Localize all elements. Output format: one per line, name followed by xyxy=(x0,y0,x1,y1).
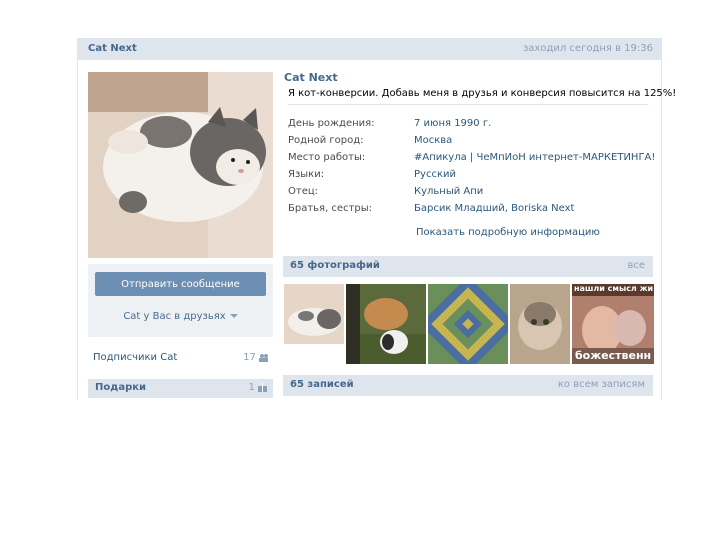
header-name[interactable]: Cat Next xyxy=(88,43,137,54)
info-row-languages: Языки: Русский xyxy=(288,169,456,180)
photos-header: 65 фотографий все xyxy=(283,256,653,277)
info-row-birthday: День рождения: 7 июня 1990 г. xyxy=(288,118,492,129)
profile-avatar[interactable] xyxy=(88,72,273,258)
friends-status-label: Cat у Вас в друзьях xyxy=(123,311,226,322)
profile-status: Я кот-конверсии. Добавь меня в друзья и … xyxy=(288,88,677,99)
cat-lying-photo xyxy=(284,284,344,344)
posts-label[interactable]: 65 записей xyxy=(290,379,354,390)
info-row-hometown: Родной город: Москва xyxy=(288,135,453,146)
cat-photo xyxy=(88,72,273,258)
last-seen: заходил сегодня в 19:36 xyxy=(522,43,653,54)
gifts-header[interactable]: Подарки 1 xyxy=(88,379,273,398)
grumpy-cat-photo xyxy=(510,284,570,364)
top-bar: Cat Next заходил сегодня в 19:36 xyxy=(78,38,661,60)
show-more-info-link[interactable]: Показать подробную информацию xyxy=(416,227,600,238)
photo-thumb[interactable]: нашли смысл жи божественн xyxy=(572,284,654,364)
photo-thumb[interactable] xyxy=(428,284,508,364)
profile-page: Cat Next заходил сегодня в 19:36 Отправи… xyxy=(77,38,676,400)
photos-all-link[interactable]: все xyxy=(627,260,645,271)
profile-name: Cat Next xyxy=(284,71,338,84)
photos-label[interactable]: 65 фотографий xyxy=(290,260,380,271)
subscribers-count: 17 xyxy=(243,352,268,363)
photo-thumb[interactable] xyxy=(284,284,344,344)
send-message-button[interactable]: Отправить сообщение xyxy=(95,272,266,296)
cat-horse-photo xyxy=(346,284,426,364)
gifts-count: 1 xyxy=(248,382,267,393)
posts-header: 65 записей ко всем записям xyxy=(283,375,653,396)
info-row-father: Отец: Кульный Апи xyxy=(288,186,484,197)
info-row-siblings: Братья, сестры: Барсик Младший, Boriska … xyxy=(288,203,575,214)
meme-caption-bottom: божественн xyxy=(575,349,652,362)
meme-caption-top: нашли смысл жи xyxy=(574,284,654,293)
gifts-label: Подарки xyxy=(95,382,147,393)
info-row-work: Место работы: #Апикула | ЧеМпИоН интерне… xyxy=(288,152,656,163)
posts-all-link[interactable]: ко всем записям xyxy=(558,379,645,390)
friends-status-dropdown[interactable]: Cat у Вас в друзьях xyxy=(88,311,273,322)
divider xyxy=(288,104,648,105)
actions-box: Отправить сообщение Cat у Вас в друзьях xyxy=(88,264,273,337)
photo-thumb[interactable] xyxy=(510,284,570,364)
illusion-photo xyxy=(428,284,508,364)
subscribers-link[interactable]: Подписчики Cat 17 xyxy=(93,352,268,363)
photo-strip: нашли смысл жи божественн xyxy=(284,284,654,364)
people-icon xyxy=(259,353,268,362)
photo-thumb[interactable] xyxy=(346,284,426,364)
subscribers-label: Подписчики Cat xyxy=(93,352,178,363)
chevron-down-icon xyxy=(229,314,238,318)
gift-icon xyxy=(258,382,267,392)
